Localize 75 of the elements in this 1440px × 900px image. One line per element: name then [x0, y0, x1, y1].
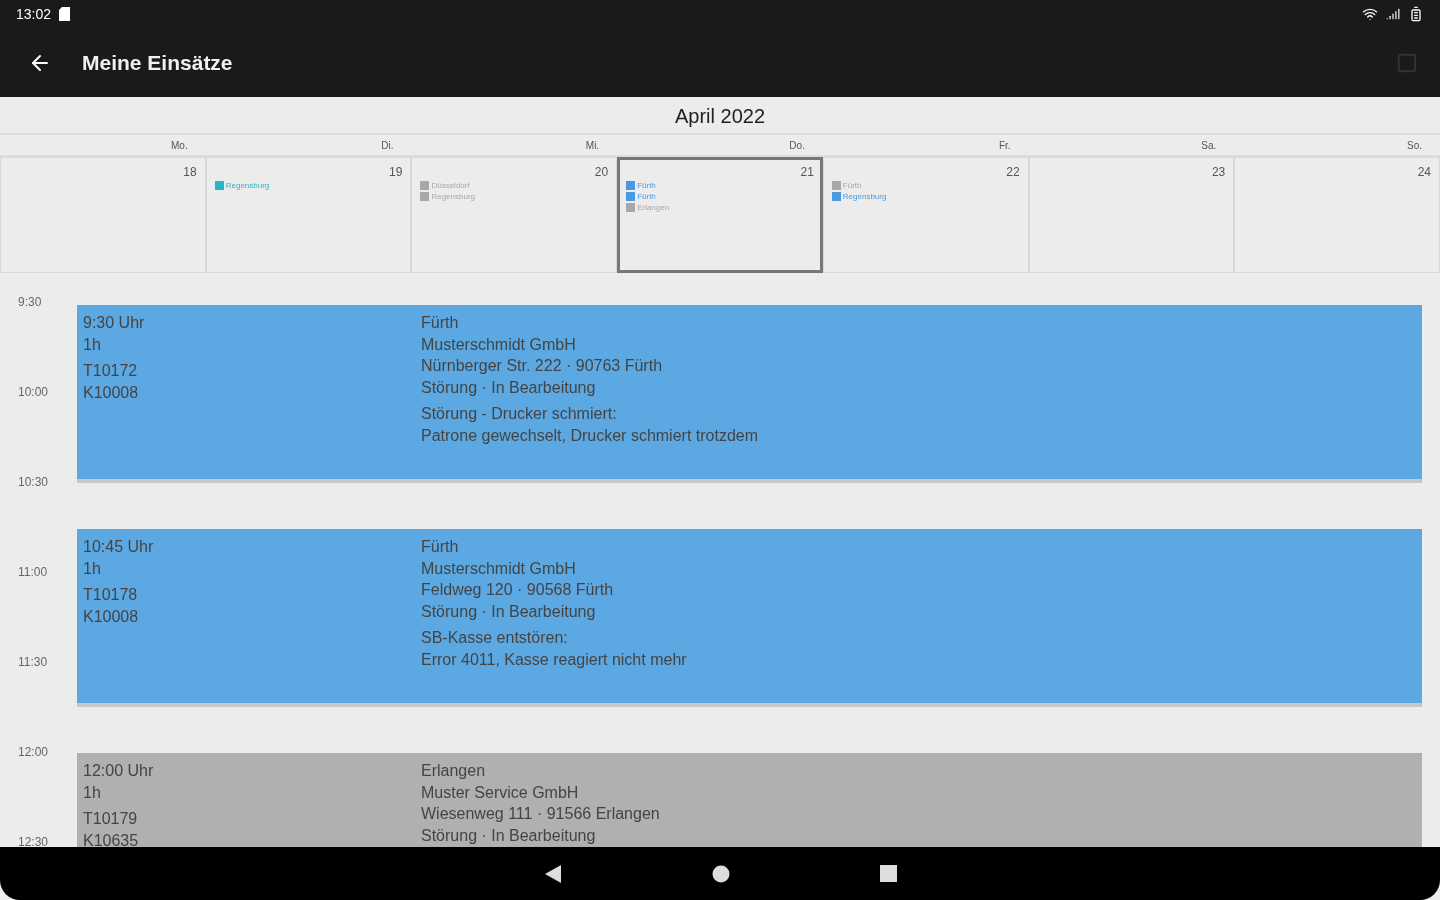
day-number: 18	[183, 165, 197, 179]
weekday-label: Do.	[788, 139, 806, 151]
day-number: 23	[1211, 165, 1226, 179]
ticket-number: T10179	[83, 809, 139, 829]
day-number: 21	[800, 165, 814, 179]
hour-label: 12:00	[17, 745, 50, 761]
day-cell[interactable]: 19 Regensburg	[205, 157, 412, 273]
day-cell[interactable]: 20 Düsseldorf Regensburg	[411, 157, 618, 273]
day-number: 24	[1417, 165, 1431, 179]
weekday-label: Sa.	[1200, 139, 1218, 151]
customer-number: K10008	[83, 382, 140, 403]
recents-square-icon[interactable]	[879, 865, 897, 882]
note-text: Patrone gewechselt, Drucker schmiert trotzdem	[421, 425, 759, 446]
screen-title: Meine Einsätze	[82, 50, 233, 75]
appointment-duration: 1h	[83, 558, 102, 579]
hour-label: 9:30	[17, 295, 43, 311]
address-text: Nürnberger Str. 222 · 90763 Fürth	[421, 356, 664, 376]
address-text: Feldweg 120 · 90568 Fürth	[421, 580, 615, 600]
company-name: Muster Service GmbH	[421, 782, 580, 803]
event-label: Fürth	[842, 181, 862, 190]
customer-number: K10635	[83, 830, 140, 847]
sd-card-icon	[59, 7, 71, 21]
event-label: Regensburg	[431, 192, 475, 201]
event-label: Fürth	[637, 181, 656, 190]
appointment-card[interactable]: 12:00 Uhr 1h T10179 K10635 Erlangen Muster Service GmbH Wiesenweg 111 · 91566 Erlangen Störung · In Bearbeitung	[77, 753, 1422, 847]
weekday-label: Mo.	[170, 139, 189, 151]
ticket-number: T10172	[83, 361, 139, 381]
appointment-city: Fürth	[421, 537, 460, 557]
event-label: Regensburg	[225, 181, 270, 190]
company-name: Musterschmidt GmbH	[421, 558, 577, 579]
note-title: SB-Kasse entstören:	[421, 628, 569, 648]
status-time: 13:02	[16, 6, 52, 22]
address-text: Wiesenweg 111 · 91566 Erlangen	[421, 804, 661, 824]
weekday-label: Di.	[380, 139, 395, 151]
hour-label: 10:30	[17, 475, 50, 491]
appointment-city: Erlangen	[421, 761, 487, 781]
event-label: Düsseldorf	[431, 181, 470, 190]
weekday-label: So.	[1405, 139, 1423, 151]
status-text: Störung · In Bearbeitung	[421, 825, 597, 846]
note-title: Störung - Drucker schmiert:	[421, 404, 618, 424]
note-text: Error 4011, Kasse reagiert nicht mehr	[421, 649, 688, 670]
appointment-city: Fürth	[421, 313, 460, 333]
status-text: Störung · In Bearbeitung	[421, 601, 597, 622]
signal-icon	[1386, 7, 1400, 21]
day-cell[interactable]: 18	[0, 157, 206, 273]
event-label: Regensburg	[842, 192, 887, 201]
month-title: April 2022	[0, 100, 1440, 135]
event-label: Fürth	[637, 192, 656, 201]
day-number: 19	[389, 165, 403, 179]
status-text: Störung · In Bearbeitung	[421, 377, 597, 398]
hour-label: 11:00	[17, 565, 49, 581]
event-label: Erlangen	[637, 203, 670, 212]
back-triangle-icon[interactable]	[543, 863, 562, 884]
day-cell[interactable]: 23	[1028, 157, 1235, 273]
day-number: 22	[1006, 165, 1020, 179]
hour-label: 10:00	[17, 385, 50, 401]
hour-label: 11:30	[17, 655, 49, 671]
company-name: Musterschmidt GmbH	[421, 334, 577, 355]
ticket-number: T10178	[83, 585, 139, 605]
appointment-duration: 1h	[83, 782, 102, 803]
weekday-label: Fr.	[997, 139, 1012, 151]
wifi-icon	[1362, 6, 1378, 22]
day-cell[interactable]: 21 Fürth Fürth Erlangen	[617, 157, 823, 273]
appointment-duration: 1h	[83, 334, 102, 355]
appointment-time: 10:45 Uhr	[83, 537, 155, 557]
customer-number: K10008	[83, 606, 140, 627]
hour-label: 12:30	[17, 835, 50, 847]
appointment-time: 9:30 Uhr	[83, 313, 146, 333]
weekday-label: Mi.	[584, 139, 601, 151]
day-number: 20	[594, 165, 609, 179]
home-circle-icon[interactable]	[711, 864, 730, 883]
appointment-time: 12:00 Uhr	[83, 761, 155, 781]
day-cell[interactable]: 22 Fürth Regensburg	[822, 157, 1029, 273]
battery-icon	[1408, 6, 1424, 22]
day-cell[interactable]: 24	[1234, 157, 1440, 273]
